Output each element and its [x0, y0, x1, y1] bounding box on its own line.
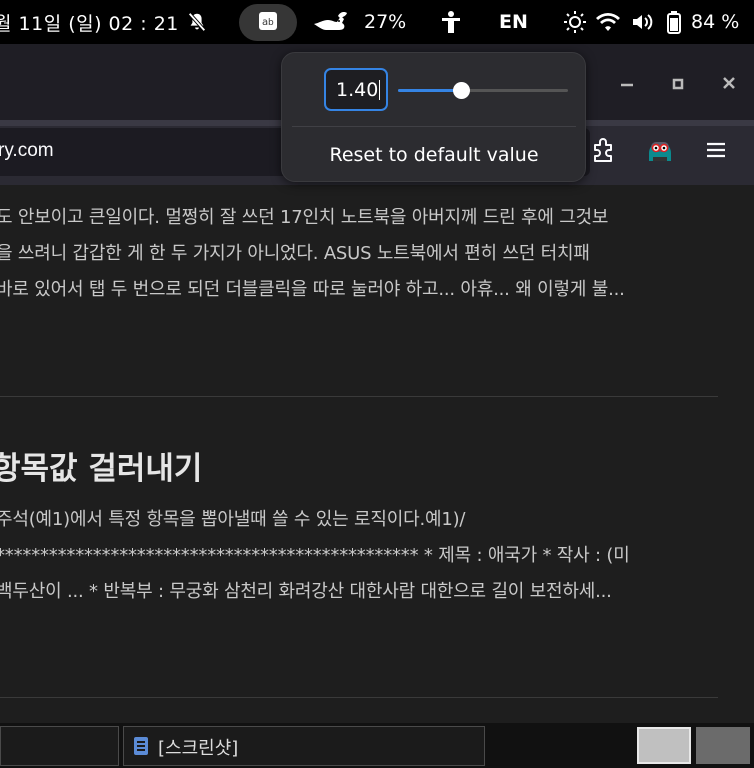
post-summary-line: 을 쓰려니 갑갑한 게 한 두 가지가 아니었다. ASUS 노트북에서 편히 …: [0, 243, 590, 264]
taskbar-window-label: [스크린샷]: [158, 738, 239, 759]
minimize-button[interactable]: [615, 72, 639, 96]
zoom-slider-knob[interactable]: [452, 82, 470, 99]
popover-separator: [292, 126, 576, 127]
maximize-button[interactable]: [666, 72, 690, 96]
zoom-value: 1.40: [336, 78, 379, 101]
extensions-button[interactable]: [588, 136, 620, 168]
url-text[interactable]: ry.com: [0, 140, 54, 162]
zoom-slider-fill: [398, 89, 461, 92]
battery-small-percent: 27%: [364, 11, 407, 33]
wifi-icon[interactable]: [596, 0, 620, 44]
profile-button[interactable]: [644, 136, 676, 168]
close-button[interactable]: [717, 72, 741, 96]
clock[interactable]: 월 11일 (일) 02 : 21: [0, 0, 179, 44]
svg-text:b: b: [268, 18, 274, 28]
zoom-popover: 1.40 Reset to default value: [281, 52, 586, 182]
language-indicator[interactable]: EN: [499, 0, 528, 44]
menu-icon: [705, 141, 727, 163]
notifications-off-icon[interactable]: [186, 0, 208, 44]
post-summary-line: 주석(예1)에서 특정 항목을 뽑아낼때 쓸 수 있는 로직이다.예1)/: [0, 509, 466, 530]
post-summary-line: ****************************************…: [0, 545, 630, 566]
taskbar-window-button[interactable]: [0, 726, 119, 766]
maximize-icon: [672, 75, 684, 94]
profile-avatar-icon: [645, 135, 675, 169]
app-indicator-icon: ab: [258, 11, 278, 35]
close-icon: [722, 75, 736, 94]
workspace-1[interactable]: [637, 727, 691, 764]
post-title[interactable]: 항목값 걸러내기: [0, 443, 202, 488]
battery-main-percent: 84 %: [691, 11, 740, 33]
accessibility-icon[interactable]: [440, 0, 462, 44]
zoom-slider[interactable]: [398, 82, 568, 99]
volume-icon[interactable]: [631, 0, 653, 44]
text-cursor: [379, 79, 381, 100]
workspace-2[interactable]: [696, 727, 750, 764]
minimize-icon: [620, 75, 634, 94]
page-content: 도 안보이고 큰일이다. 멀쩡히 잘 쓰던 17인치 노트북을 아버지께 드린 …: [0, 185, 754, 723]
post-summary-line: 도 안보이고 큰일이다. 멀쩡히 잘 쓰던 17인치 노트북을 아버지께 드린 …: [0, 207, 609, 228]
app-menu-button[interactable]: [700, 136, 732, 168]
post-divider: [0, 396, 718, 397]
app-indicator-pill[interactable]: ab: [239, 4, 297, 41]
brightness-icon[interactable]: [563, 0, 587, 44]
reset-zoom-button[interactable]: Reset to default value: [292, 135, 576, 175]
extensions-icon: [592, 137, 616, 167]
post-summary-line: 백두산이 ... * 반복부 : 무궁화 삼천리 화려강산 대한사람 대한으로 …: [0, 581, 612, 602]
zoom-value-input[interactable]: 1.40: [324, 68, 388, 111]
post-summary-line: 바로 있어서 탭 두 번으로 되던 더블클릭을 따로 눌러야 하고... 아휴.…: [0, 279, 625, 300]
post-divider: [0, 697, 718, 698]
battery-icon[interactable]: [666, 0, 682, 44]
document-icon: [133, 736, 149, 760]
squirrel-icon[interactable]: [312, 0, 350, 44]
